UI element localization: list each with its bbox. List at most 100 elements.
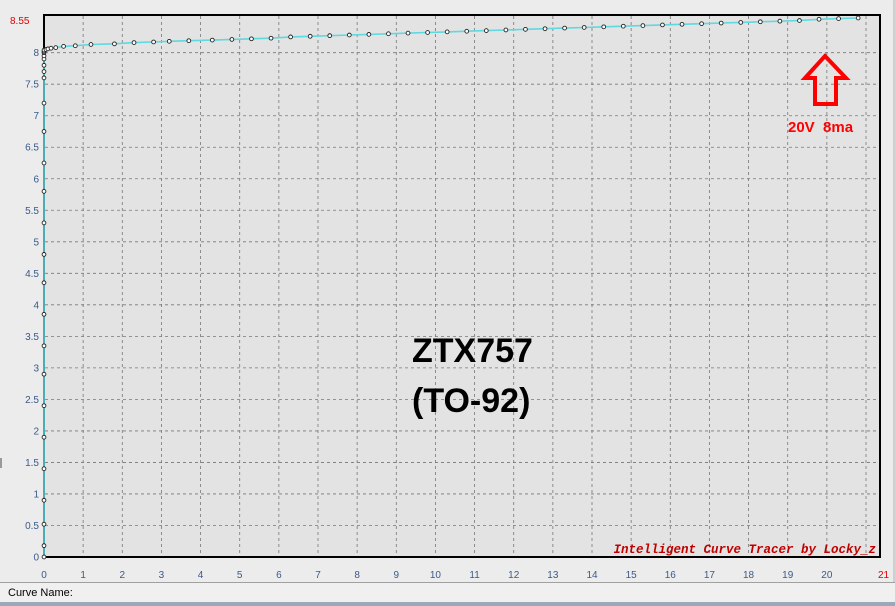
y-tick-label: 5 bbox=[33, 237, 39, 248]
data-point bbox=[41, 554, 47, 560]
curve-name-field[interactable] bbox=[0, 602, 895, 606]
data-point bbox=[483, 28, 489, 33]
data-point bbox=[581, 25, 587, 30]
data-point bbox=[88, 42, 94, 47]
data-point bbox=[229, 37, 235, 42]
data-point bbox=[41, 521, 47, 527]
data-point bbox=[41, 543, 47, 549]
x-tick-label: 15 bbox=[626, 570, 638, 581]
x-tick-label: 10 bbox=[430, 570, 442, 581]
package-label: (TO-92) bbox=[412, 382, 530, 420]
data-point bbox=[112, 41, 117, 47]
data-point bbox=[41, 220, 47, 226]
x-tick-label: 20 bbox=[821, 570, 833, 581]
y-tick-label: 7 bbox=[33, 111, 39, 122]
data-point bbox=[166, 38, 172, 44]
x-tick-label: 9 bbox=[394, 570, 400, 581]
status-bar: Curve Name: bbox=[0, 582, 895, 606]
data-point bbox=[48, 45, 54, 51]
y-tick-label: 0 bbox=[33, 553, 39, 564]
data-point bbox=[186, 38, 192, 44]
condition-label: 20V 8ma bbox=[788, 119, 854, 136]
x-tick-label: 11 bbox=[469, 570, 480, 581]
data-point bbox=[41, 466, 47, 472]
data-point bbox=[131, 40, 137, 45]
x-tick-label: 4 bbox=[198, 570, 204, 581]
data-point bbox=[41, 62, 47, 68]
data-point bbox=[41, 75, 47, 81]
y-tick-label: 3 bbox=[33, 363, 39, 374]
data-point bbox=[425, 30, 430, 35]
data-point bbox=[503, 27, 509, 33]
watermark-text: Intelligent Curve Tracer by Locky_z bbox=[613, 543, 876, 557]
data-point bbox=[41, 100, 47, 106]
y-max-label: 8.55 bbox=[10, 16, 30, 27]
data-point bbox=[562, 25, 567, 31]
data-point bbox=[307, 33, 313, 39]
data-point bbox=[640, 23, 646, 28]
x-tick-label: 2 bbox=[120, 570, 126, 581]
y-tick-label: 4 bbox=[33, 300, 39, 311]
data-point bbox=[405, 30, 411, 36]
data-point bbox=[464, 28, 470, 34]
y-tick-label: 2.5 bbox=[25, 395, 39, 406]
data-point bbox=[41, 497, 47, 503]
x-tick-label: 19 bbox=[782, 570, 794, 581]
data-point bbox=[444, 29, 450, 35]
data-point bbox=[41, 343, 47, 349]
data-point bbox=[679, 21, 685, 27]
y-tick-label: 6 bbox=[33, 174, 39, 185]
x-tick-label: 8 bbox=[354, 570, 360, 581]
data-point bbox=[41, 129, 47, 134]
y-tick-label: 7.5 bbox=[25, 80, 39, 91]
data-point bbox=[249, 36, 254, 42]
x-tick-label: 14 bbox=[586, 570, 598, 581]
data-point bbox=[41, 252, 47, 257]
data-point bbox=[41, 311, 47, 317]
data-point bbox=[346, 32, 352, 38]
data-point bbox=[718, 20, 724, 26]
data-point bbox=[151, 39, 156, 45]
data-point bbox=[777, 18, 783, 24]
window-edge-mark bbox=[0, 458, 2, 468]
data-point bbox=[816, 16, 822, 22]
x-tick-label: 16 bbox=[665, 570, 677, 581]
data-point bbox=[757, 19, 763, 25]
data-point bbox=[366, 32, 372, 37]
plot-area bbox=[43, 14, 881, 558]
chart-window: 0 1 2 3 4 5 6 7 8 9 10 11 12 13 14 15 16 17 18 19 20 0 0.5 1 1.5… bbox=[0, 0, 895, 582]
data-point bbox=[41, 403, 47, 409]
data-point bbox=[620, 23, 626, 29]
x-tick-label: 13 bbox=[547, 570, 559, 581]
y-tick-label: 8 bbox=[33, 48, 39, 59]
data-point bbox=[61, 44, 66, 49]
y-tick-label: 5.5 bbox=[25, 206, 39, 217]
data-point bbox=[327, 33, 333, 39]
curve-name-label: Curve Name: bbox=[8, 587, 73, 599]
y-tick-label: 0.5 bbox=[25, 521, 39, 532]
data-point bbox=[268, 35, 274, 41]
data-point bbox=[386, 31, 391, 37]
y-tick-label: 1.5 bbox=[25, 458, 39, 469]
y-tick-label: 2 bbox=[33, 426, 39, 437]
x-tick-label: 0 bbox=[41, 570, 47, 581]
data-point bbox=[660, 22, 665, 28]
x-tick-label: 7 bbox=[315, 570, 321, 581]
x-tick-label: 5 bbox=[237, 570, 243, 581]
x-tick-label: 6 bbox=[276, 570, 282, 581]
data-point bbox=[542, 26, 548, 32]
data-point bbox=[72, 43, 78, 49]
x-tick-label: 18 bbox=[743, 570, 755, 581]
data-point bbox=[699, 21, 704, 27]
data-point bbox=[855, 15, 861, 21]
data-point bbox=[738, 20, 744, 25]
data-point bbox=[41, 434, 47, 440]
data-point bbox=[41, 189, 47, 194]
data-point bbox=[41, 160, 47, 166]
data-point bbox=[209, 37, 215, 43]
data-point bbox=[797, 18, 802, 23]
data-point bbox=[601, 24, 607, 30]
data-point bbox=[523, 26, 528, 32]
data-point bbox=[53, 45, 59, 50]
iv-curve-plot: 0 1 2 3 4 5 6 7 8 9 10 11 12 13 14 15 16 17 18 19 2000.511.5… bbox=[10, 14, 890, 581]
